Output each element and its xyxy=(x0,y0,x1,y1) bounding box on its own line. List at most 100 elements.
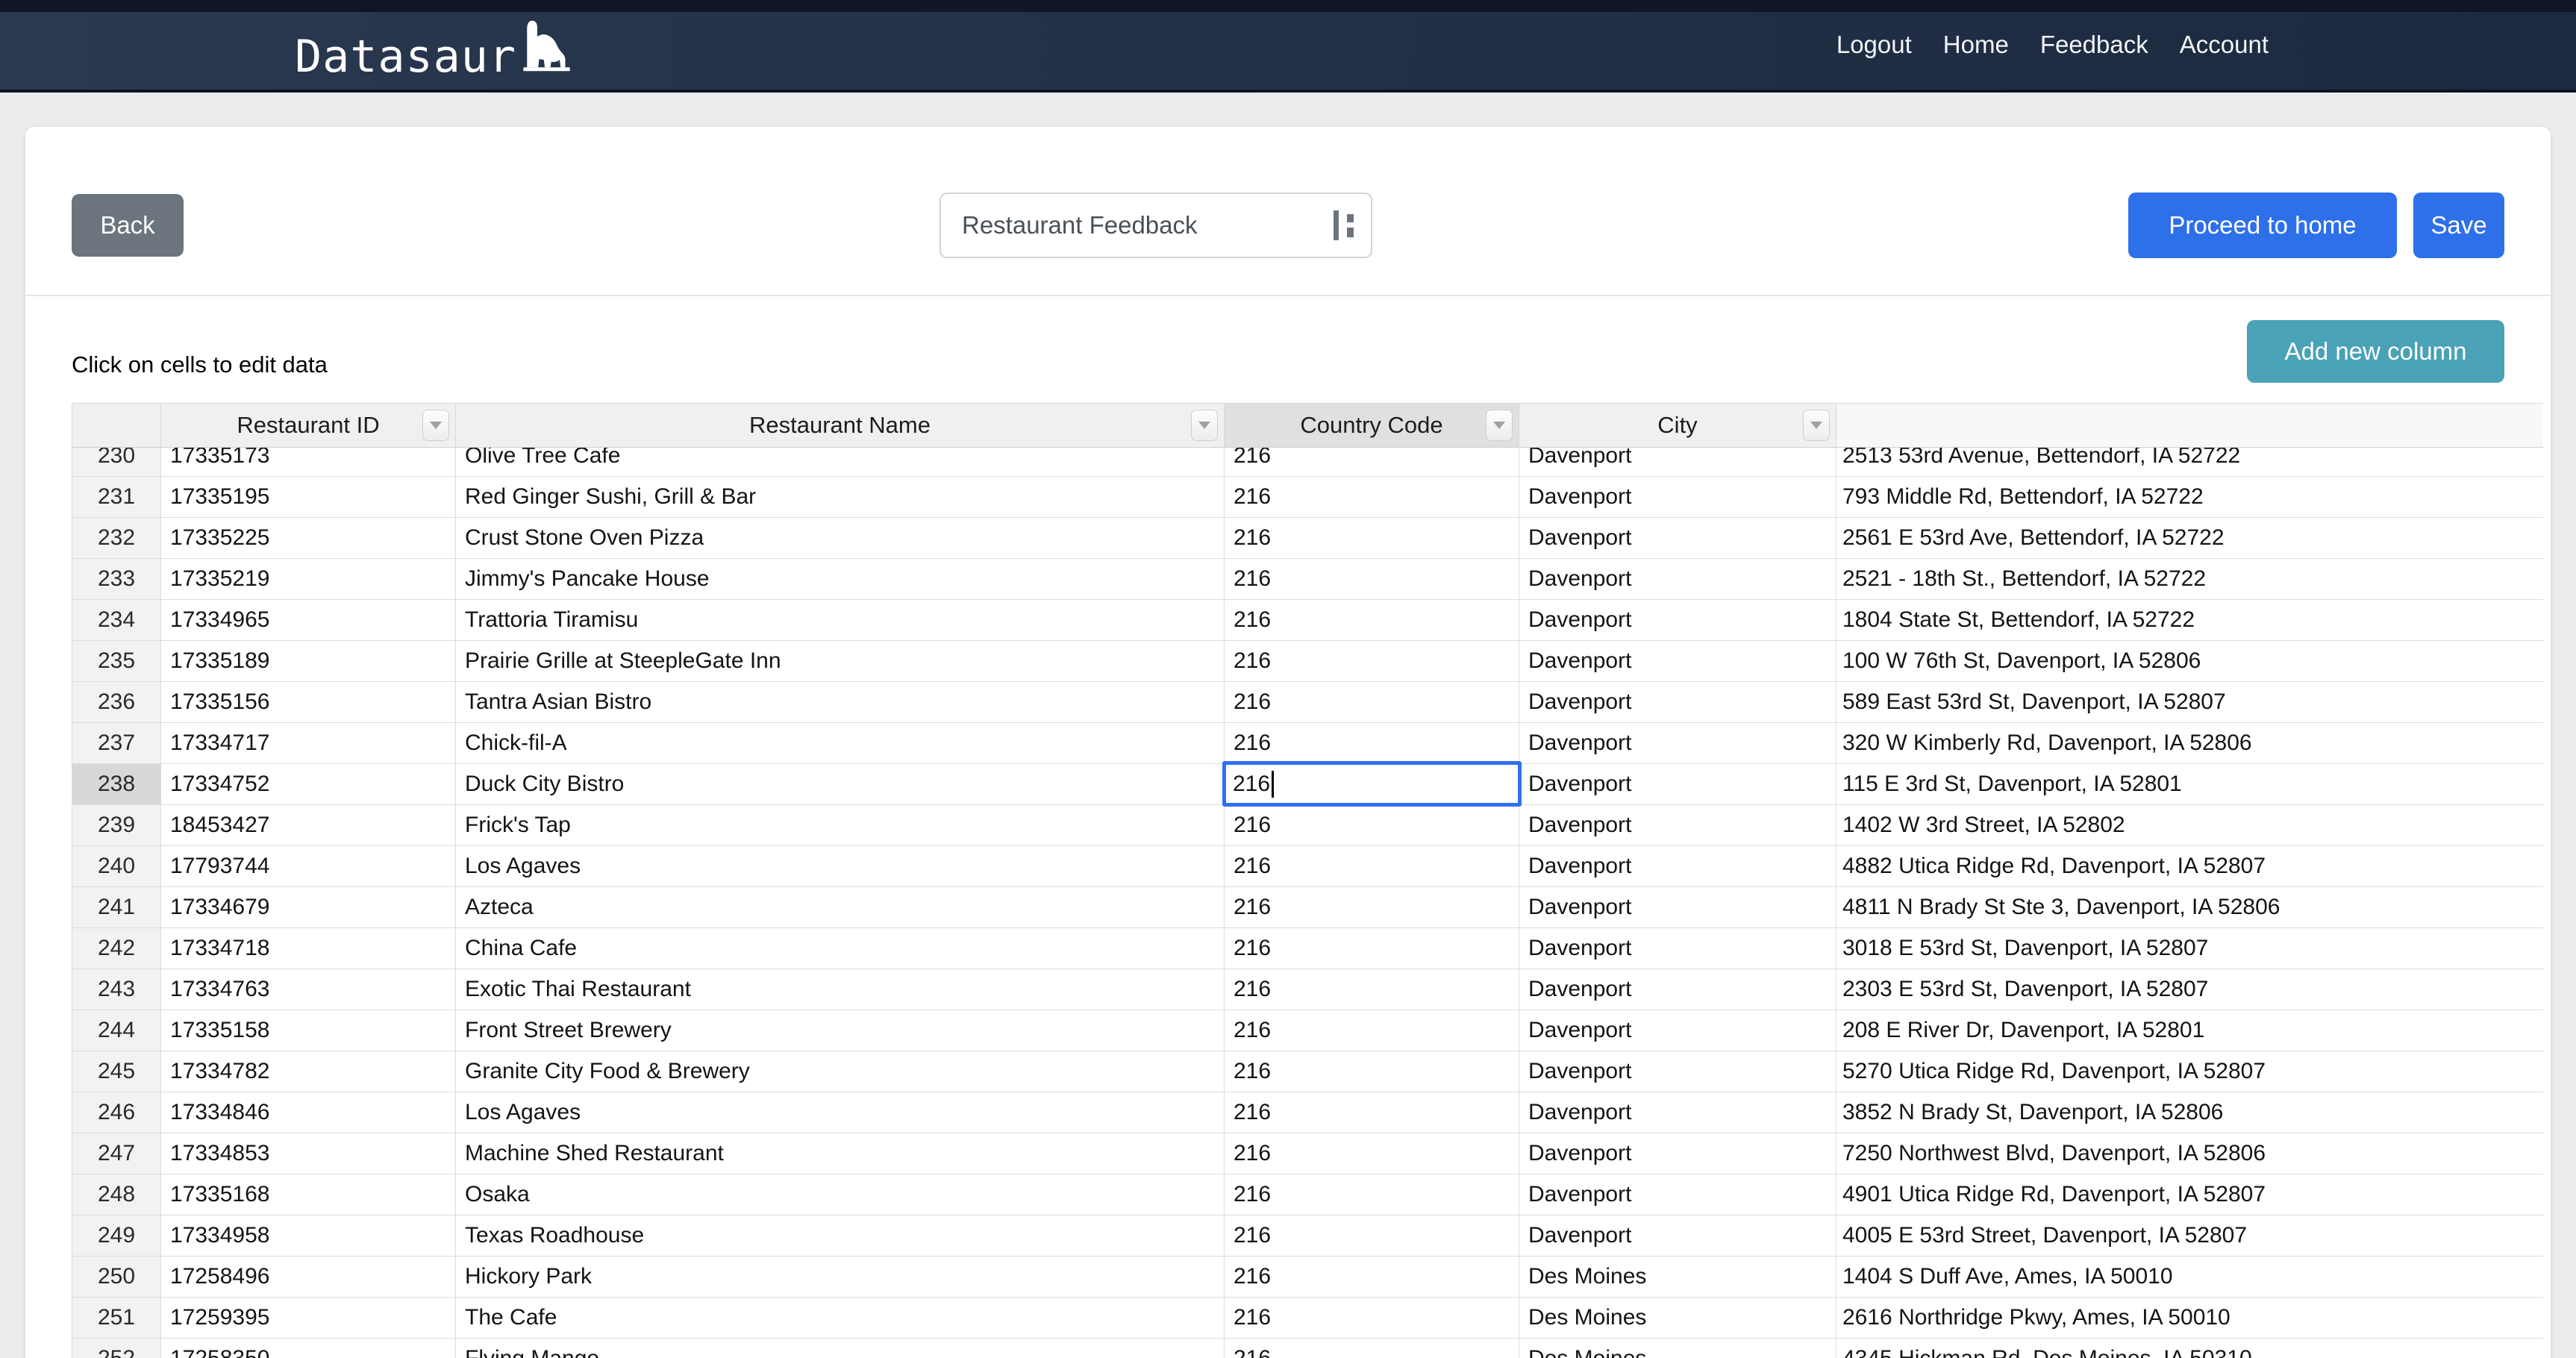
cell-restaurant-name[interactable]: Duck City Bistro xyxy=(456,764,1225,805)
brand-logo[interactable]: Datasaur xyxy=(295,11,575,79)
header-restaurant-id[interactable]: Restaurant ID xyxy=(161,403,456,448)
cell-address[interactable]: 2616 Northridge Pkwy, Ames, IA 50010 xyxy=(1836,1298,2543,1339)
save-button[interactable]: Save xyxy=(2413,193,2504,258)
cell-address[interactable]: 4811 N Brady St Ste 3, Davenport, IA 528… xyxy=(1836,887,2543,928)
row-number-cell[interactable]: 236 xyxy=(72,682,161,723)
row-number-cell[interactable]: 242 xyxy=(72,928,161,969)
cell-restaurant-id[interactable]: 17335225 xyxy=(161,518,456,559)
nav-link-logout[interactable]: Logout xyxy=(1836,31,1912,59)
row-number-cell[interactable]: 233 xyxy=(72,559,161,600)
back-button[interactable]: Back xyxy=(72,194,184,257)
cell-restaurant-id[interactable]: 17334846 xyxy=(161,1092,456,1133)
cell-address[interactable]: 1404 S Duff Ave, Ames, IA 50010 xyxy=(1836,1257,2543,1298)
cell-city[interactable]: Des Moines xyxy=(1519,1298,1836,1339)
cell-address[interactable]: 1804 State St, Bettendorf, IA 52722 xyxy=(1836,600,2543,641)
cell-address[interactable]: 2561 E 53rd Ave, Bettendorf, IA 52722 xyxy=(1836,518,2543,559)
cell-restaurant-name[interactable]: Tantra Asian Bistro xyxy=(456,682,1225,723)
cell-address[interactable]: 589 East 53rd St, Davenport, IA 52807 xyxy=(1836,682,2543,723)
row-number-cell[interactable]: 252 xyxy=(72,1339,161,1358)
cell-city[interactable]: Davenport xyxy=(1519,969,1836,1010)
cell-city[interactable]: Davenport xyxy=(1519,805,1836,846)
cell-address[interactable]: 7250 Northwest Blvd, Davenport, IA 52806 xyxy=(1836,1133,2543,1174)
cell-address[interactable]: 5270 Utica Ridge Rd, Davenport, IA 52807 xyxy=(1836,1051,2543,1092)
row-number-cell[interactable]: 238 xyxy=(72,764,161,805)
cell-country-code[interactable]: 216 xyxy=(1225,477,1519,518)
cell-address[interactable]: 4005 E 53rd Street, Davenport, IA 52807 xyxy=(1836,1215,2543,1257)
cell-country-code[interactable]: 216 xyxy=(1225,559,1519,600)
cell-city[interactable]: Davenport xyxy=(1519,723,1836,764)
cell-restaurant-name[interactable]: Jimmy's Pancake House xyxy=(456,559,1225,600)
row-number-cell[interactable]: 237 xyxy=(72,723,161,764)
cell-country-code[interactable]: 216 xyxy=(1225,1010,1519,1051)
cell-city[interactable]: Davenport xyxy=(1519,600,1836,641)
header-city[interactable]: City xyxy=(1519,403,1836,448)
cell-restaurant-id[interactable]: 17334958 xyxy=(161,1215,456,1257)
cell-city[interactable]: Davenport xyxy=(1519,1051,1836,1092)
cell-address[interactable]: 4882 Utica Ridge Rd, Davenport, IA 52807 xyxy=(1836,846,2543,887)
nav-link-account[interactable]: Account xyxy=(2180,31,2269,59)
cell-country-code[interactable]: 216 xyxy=(1225,928,1519,969)
cell-country-code[interactable]: 216 xyxy=(1225,1051,1519,1092)
header-restaurant-name[interactable]: Restaurant Name xyxy=(456,403,1225,448)
cell-restaurant-id[interactable]: 17334782 xyxy=(161,1051,456,1092)
cell-city[interactable]: Davenport xyxy=(1519,641,1836,682)
row-number-cell[interactable]: 232 xyxy=(72,518,161,559)
cell-restaurant-id[interactable]: 17334717 xyxy=(161,723,456,764)
cell-address[interactable]: 4345 Hickman Rd, Des Moines, IA 50310 xyxy=(1836,1339,2543,1358)
cell-country-code[interactable]: 216 xyxy=(1225,1298,1519,1339)
cell-restaurant-name[interactable]: Crust Stone Oven Pizza xyxy=(456,518,1225,559)
cell-country-code[interactable]: 216 xyxy=(1225,1174,1519,1215)
row-number-cell[interactable]: 246 xyxy=(72,1092,161,1133)
cell-city[interactable]: Davenport xyxy=(1519,1174,1836,1215)
row-number-cell[interactable]: 240 xyxy=(72,846,161,887)
cell-restaurant-name[interactable]: Flying Mango xyxy=(456,1339,1225,1358)
cell-city[interactable]: Davenport xyxy=(1519,887,1836,928)
cell-restaurant-id[interactable]: 17258350 xyxy=(161,1339,456,1358)
nav-link-home[interactable]: Home xyxy=(1943,31,2009,59)
cell-country-code[interactable]: 216 xyxy=(1225,1339,1519,1358)
cell-restaurant-name[interactable]: Hickory Park xyxy=(456,1257,1225,1298)
cell-city[interactable]: Des Moines xyxy=(1519,1339,1836,1358)
cell-address[interactable]: 793 Middle Rd, Bettendorf, IA 52722 xyxy=(1836,477,2543,518)
row-number-cell[interactable]: 248 xyxy=(72,1174,161,1215)
cell-address[interactable]: 4901 Utica Ridge Rd, Davenport, IA 52807 xyxy=(1836,1174,2543,1215)
cell-restaurant-id[interactable]: 17335158 xyxy=(161,1010,456,1051)
cell-country-code[interactable]: 216 xyxy=(1225,1133,1519,1174)
row-number-cell[interactable]: 241 xyxy=(72,887,161,928)
cell-restaurant-id[interactable]: 17793744 xyxy=(161,846,456,887)
cell-address[interactable]: 3018 E 53rd St, Davenport, IA 52807 xyxy=(1836,928,2543,969)
cell-restaurant-id[interactable]: 17259395 xyxy=(161,1298,456,1339)
cell-restaurant-name[interactable]: Los Agaves xyxy=(456,846,1225,887)
cell-city[interactable]: Davenport xyxy=(1519,1133,1836,1174)
cell-restaurant-name[interactable]: Front Street Brewery xyxy=(456,1010,1225,1051)
cell-restaurant-id[interactable]: 17335156 xyxy=(161,682,456,723)
cell-city[interactable]: Davenport xyxy=(1519,846,1836,887)
cell-restaurant-name[interactable]: Chick-fil-A xyxy=(456,723,1225,764)
cell-address[interactable]: 2521 - 18th St., Bettendorf, IA 52722 xyxy=(1836,559,2543,600)
cell-address[interactable]: 100 W 76th St, Davenport, IA 52806 xyxy=(1836,641,2543,682)
cell-restaurant-id[interactable]: 17334752 xyxy=(161,764,456,805)
cell-restaurant-id[interactable]: 17334679 xyxy=(161,887,456,928)
cell-restaurant-name[interactable]: Los Agaves xyxy=(456,1092,1225,1133)
cell-country-code[interactable]: 216 xyxy=(1225,641,1519,682)
row-number-cell[interactable]: 235 xyxy=(72,641,161,682)
row-number-cell[interactable]: 231 xyxy=(72,477,161,518)
row-number-cell[interactable]: 244 xyxy=(72,1010,161,1051)
filter-dropdown-button[interactable] xyxy=(1486,410,1513,441)
cell-city[interactable]: Davenport xyxy=(1519,477,1836,518)
proceed-to-home-button[interactable]: Proceed to home xyxy=(2128,193,2397,258)
cell-city[interactable]: Davenport xyxy=(1519,1010,1836,1051)
cell-restaurant-id[interactable]: 17334718 xyxy=(161,928,456,969)
project-title-input[interactable] xyxy=(940,193,1372,258)
cell-restaurant-name[interactable]: The Cafe xyxy=(456,1298,1225,1339)
cell-restaurant-name[interactable]: Granite City Food & Brewery xyxy=(456,1051,1225,1092)
cell-restaurant-name[interactable]: Azteca xyxy=(456,887,1225,928)
row-number-cell[interactable]: 239 xyxy=(72,805,161,846)
cell-address[interactable]: 115 E 3rd St, Davenport, IA 52801 xyxy=(1836,764,2543,805)
cell-restaurant-id[interactable]: 17335168 xyxy=(161,1174,456,1215)
cell-country-code[interactable]: 216 xyxy=(1225,723,1519,764)
cell-country-code[interactable]: 216 xyxy=(1225,846,1519,887)
cell-restaurant-id[interactable]: 18453427 xyxy=(161,805,456,846)
row-number-cell[interactable]: 250 xyxy=(72,1257,161,1298)
row-number-cell[interactable]: 249 xyxy=(72,1215,161,1257)
